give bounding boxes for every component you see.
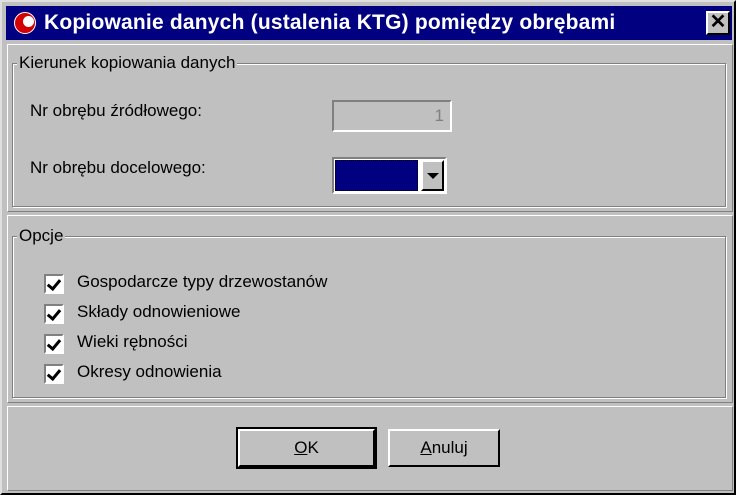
close-button[interactable]: ✕ xyxy=(706,11,730,35)
direction-legend: Kierunek kopiowania danych xyxy=(17,53,238,73)
dialog-window: Kopiowanie danych (ustalenia KTG) pomięd… xyxy=(0,0,736,495)
close-icon: ✕ xyxy=(709,11,727,33)
ok-button[interactable]: OK xyxy=(236,427,377,469)
checkbox[interactable] xyxy=(44,274,64,294)
option-label[interactable]: Wieki rębności xyxy=(77,332,188,352)
dropdown-button[interactable] xyxy=(421,160,444,191)
cancel-label-rest: nuluj xyxy=(431,438,468,457)
option-label[interactable]: Składy odnowieniowe xyxy=(77,302,241,322)
source-precinct-label: Nr obrębu źródłowego: xyxy=(30,101,202,120)
title-bar[interactable]: Kopiowanie danych (ustalenia KTG) pomięd… xyxy=(6,6,732,40)
option-label[interactable]: Gospodarcze typy drzewostanów xyxy=(77,272,327,292)
checkbox[interactable] xyxy=(44,304,64,324)
window-title: Kopiowanie danych (ustalenia KTG) pomięd… xyxy=(44,11,616,34)
cancel-button[interactable]: Anuluj xyxy=(388,429,500,467)
checkbox[interactable] xyxy=(44,364,64,384)
cancel-hotkey: A xyxy=(420,438,432,457)
target-precinct-value[interactable] xyxy=(335,160,418,191)
target-precinct-select[interactable] xyxy=(332,157,447,194)
ok-label-rest: K xyxy=(307,438,319,457)
checkbox[interactable] xyxy=(44,334,64,354)
source-precinct-field: 1 xyxy=(332,100,452,132)
ok-hotkey: O xyxy=(294,438,308,457)
options-legend: Opcje xyxy=(17,226,66,246)
app-icon[interactable] xyxy=(14,12,36,34)
target-precinct-label: Nr obrębu docelowego: xyxy=(30,158,206,177)
option-label[interactable]: Okresy odnowienia xyxy=(77,362,222,382)
